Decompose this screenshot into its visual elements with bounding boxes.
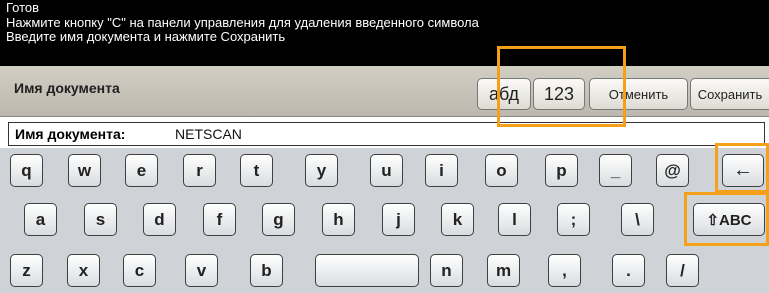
status-area: Готов Нажмите кнопку "С" на панели управ…: [0, 0, 769, 66]
document-name-field[interactable]: Имя документа: NETSCAN: [8, 122, 765, 146]
key-k[interactable]: k: [441, 203, 474, 236]
key-t[interactable]: t: [240, 154, 273, 187]
key-w[interactable]: w: [68, 154, 101, 187]
key-i[interactable]: i: [425, 154, 458, 187]
key-y[interactable]: y: [305, 154, 338, 187]
key-e[interactable]: e: [125, 154, 158, 187]
key-m[interactable]: m: [487, 254, 520, 287]
status-hint-save: Введите имя документа и нажмите Сохранит…: [6, 29, 286, 44]
key-comma[interactable]: ,: [548, 254, 581, 287]
key-l[interactable]: l: [498, 203, 531, 236]
key-x[interactable]: x: [67, 254, 100, 287]
key-slash[interactable]: /: [666, 254, 699, 287]
key-z[interactable]: z: [10, 254, 43, 287]
key-j[interactable]: j: [382, 203, 415, 236]
key-a[interactable]: a: [24, 203, 57, 236]
key-q[interactable]: q: [10, 154, 43, 187]
key-backslash[interactable]: \: [621, 203, 654, 236]
toolbar-title: Имя документа: [14, 80, 120, 96]
alpha-mode-button[interactable]: абд: [477, 78, 531, 110]
document-name-label: Имя документа:: [15, 126, 126, 142]
numeric-mode-button[interactable]: 123: [533, 78, 585, 110]
key-s[interactable]: s: [84, 203, 117, 236]
shift-abc-key[interactable]: ⇧ABC: [693, 203, 765, 236]
key-semicolon[interactable]: ;: [557, 203, 590, 236]
backspace-key[interactable]: ←: [722, 154, 764, 187]
on-screen-keyboard: q w e r t y u i o p _ @ ← a s d f g h j …: [0, 148, 769, 293]
key-r[interactable]: r: [183, 154, 216, 187]
key-p[interactable]: p: [545, 154, 578, 187]
status-ready: Готов: [6, 0, 40, 15]
key-underscore[interactable]: _: [599, 154, 632, 187]
key-d[interactable]: d: [143, 203, 176, 236]
key-v[interactable]: v: [185, 254, 218, 287]
key-h[interactable]: h: [322, 203, 355, 236]
key-period[interactable]: .: [612, 254, 645, 287]
document-name-value[interactable]: NETSCAN: [175, 126, 242, 142]
cancel-button[interactable]: Отменить: [589, 78, 688, 110]
key-f[interactable]: f: [203, 203, 236, 236]
space-key[interactable]: [315, 254, 419, 287]
key-o[interactable]: o: [485, 154, 518, 187]
key-c[interactable]: c: [123, 254, 156, 287]
key-u[interactable]: u: [370, 154, 403, 187]
key-n[interactable]: n: [430, 254, 463, 287]
key-at[interactable]: @: [656, 154, 689, 187]
save-button[interactable]: Сохранить: [690, 78, 769, 110]
key-b[interactable]: b: [250, 254, 283, 287]
toolbar: Имя документа абд 123 Отменить Сохранить: [0, 66, 769, 117]
key-g[interactable]: g: [262, 203, 295, 236]
status-hint-delete: Нажмите кнопку "С" на панели управления …: [6, 14, 479, 30]
